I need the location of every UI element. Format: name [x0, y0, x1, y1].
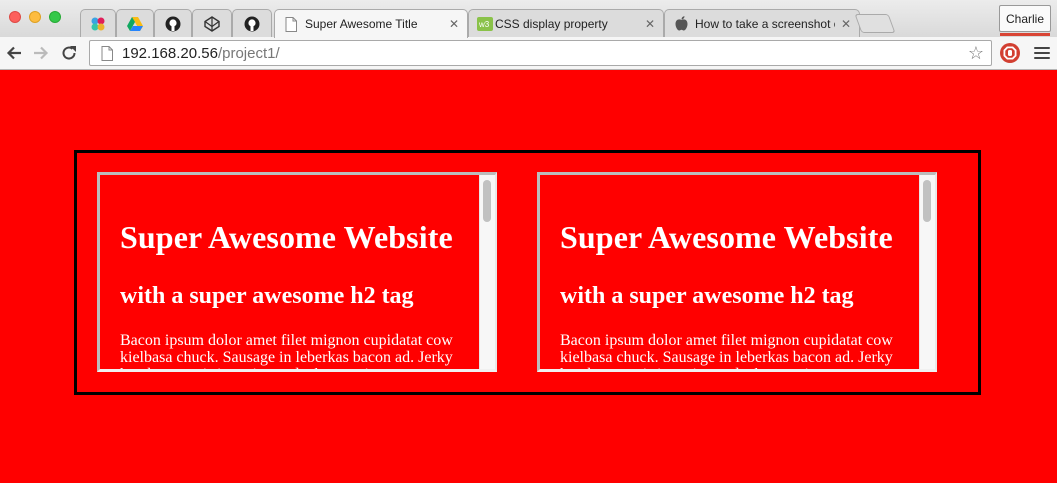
tab-super-awesome-title[interactable]: Super Awesome Title ✕ — [274, 9, 468, 38]
close-icon[interactable]: ✕ — [449, 17, 459, 31]
url-host: 192.168.20.56 — [122, 44, 218, 62]
window-minimize-button[interactable] — [29, 11, 41, 23]
iframe-heading: Super Awesome Website — [560, 219, 893, 255]
iframe-scrollbar[interactable] — [919, 175, 935, 369]
new-tab-button[interactable] — [854, 14, 896, 33]
tab-title: Super Awesome Title — [305, 17, 418, 31]
github-icon — [165, 16, 181, 32]
iframe-subheading: with a super awesome h2 tag — [560, 283, 854, 309]
bookmark-star-icon[interactable]: ☆ — [968, 43, 984, 64]
iframe-content: Super Awesome Website with a super aweso… — [100, 175, 479, 369]
tab-how-to-take-screenshot[interactable]: How to take a screenshot o ✕ — [664, 9, 860, 37]
window-maximize-button[interactable] — [49, 11, 61, 23]
github-icon — [244, 16, 260, 32]
forward-button[interactable] — [31, 43, 51, 63]
profile-indicator — [1000, 33, 1050, 36]
reload-button[interactable] — [59, 43, 79, 63]
close-icon[interactable]: ✕ — [841, 17, 851, 31]
slack-icon — [90, 16, 106, 32]
chrome-menu-icon[interactable] — [1034, 44, 1050, 62]
iframe-paragraph: Bacon ipsum dolor amet filet mignon cupi… — [560, 332, 893, 369]
reload-icon — [62, 46, 76, 60]
document-icon — [283, 16, 299, 32]
address-bar[interactable]: 192.168.20.56/project1/ ☆ — [89, 40, 992, 66]
pinned-tab-github-2[interactable] — [232, 9, 272, 37]
iframe-subheading: with a super awesome h2 tag — [120, 283, 414, 309]
tab-css-display-property[interactable]: w3 CSS display property ✕ — [468, 9, 664, 37]
tab-strip: Super Awesome Title ✕ w3 CSS display pro… — [0, 0, 1057, 38]
pinned-tab-google-drive[interactable] — [116, 9, 154, 37]
iframe-right[interactable]: Super Awesome Website with a super aweso… — [537, 172, 937, 372]
svg-text:w3: w3 — [478, 20, 490, 29]
adblock-extension-icon[interactable] — [1000, 43, 1020, 63]
w3schools-icon: w3 — [477, 16, 493, 32]
iframe-scrollbar[interactable] — [479, 175, 495, 369]
pinned-tab-github-1[interactable] — [154, 9, 192, 37]
url-path: /project1/ — [217, 44, 280, 62]
forward-arrow-icon — [34, 46, 49, 60]
browser-toolbar: 192.168.20.56/project1/ ☆ — [0, 37, 1057, 70]
iframe-paragraph: Bacon ipsum dolor amet filet mignon cupi… — [120, 332, 453, 369]
back-arrow-icon — [6, 46, 21, 60]
tab-title: CSS display property — [495, 16, 608, 31]
window-close-button[interactable] — [9, 11, 21, 23]
page-icon — [99, 45, 115, 61]
scrollbar-thumb[interactable] — [923, 180, 931, 222]
close-icon[interactable]: ✕ — [645, 17, 655, 31]
iframe-content: Super Awesome Website with a super aweso… — [540, 175, 919, 369]
iframe-left[interactable]: Super Awesome Website with a super aweso… — [97, 172, 497, 372]
pinned-tab-slack[interactable] — [80, 9, 116, 37]
profile-button[interactable]: Charlie — [999, 5, 1051, 32]
tab-title: How to take a screenshot o — [695, 16, 835, 31]
codepen-icon — [204, 15, 220, 32]
back-button[interactable] — [4, 43, 24, 63]
google-drive-icon — [127, 16, 143, 32]
iframe-heading: Super Awesome Website — [120, 219, 453, 255]
scrollbar-thumb[interactable] — [483, 180, 491, 222]
pinned-tab-codepen[interactable] — [192, 9, 232, 37]
apple-icon — [673, 16, 689, 32]
